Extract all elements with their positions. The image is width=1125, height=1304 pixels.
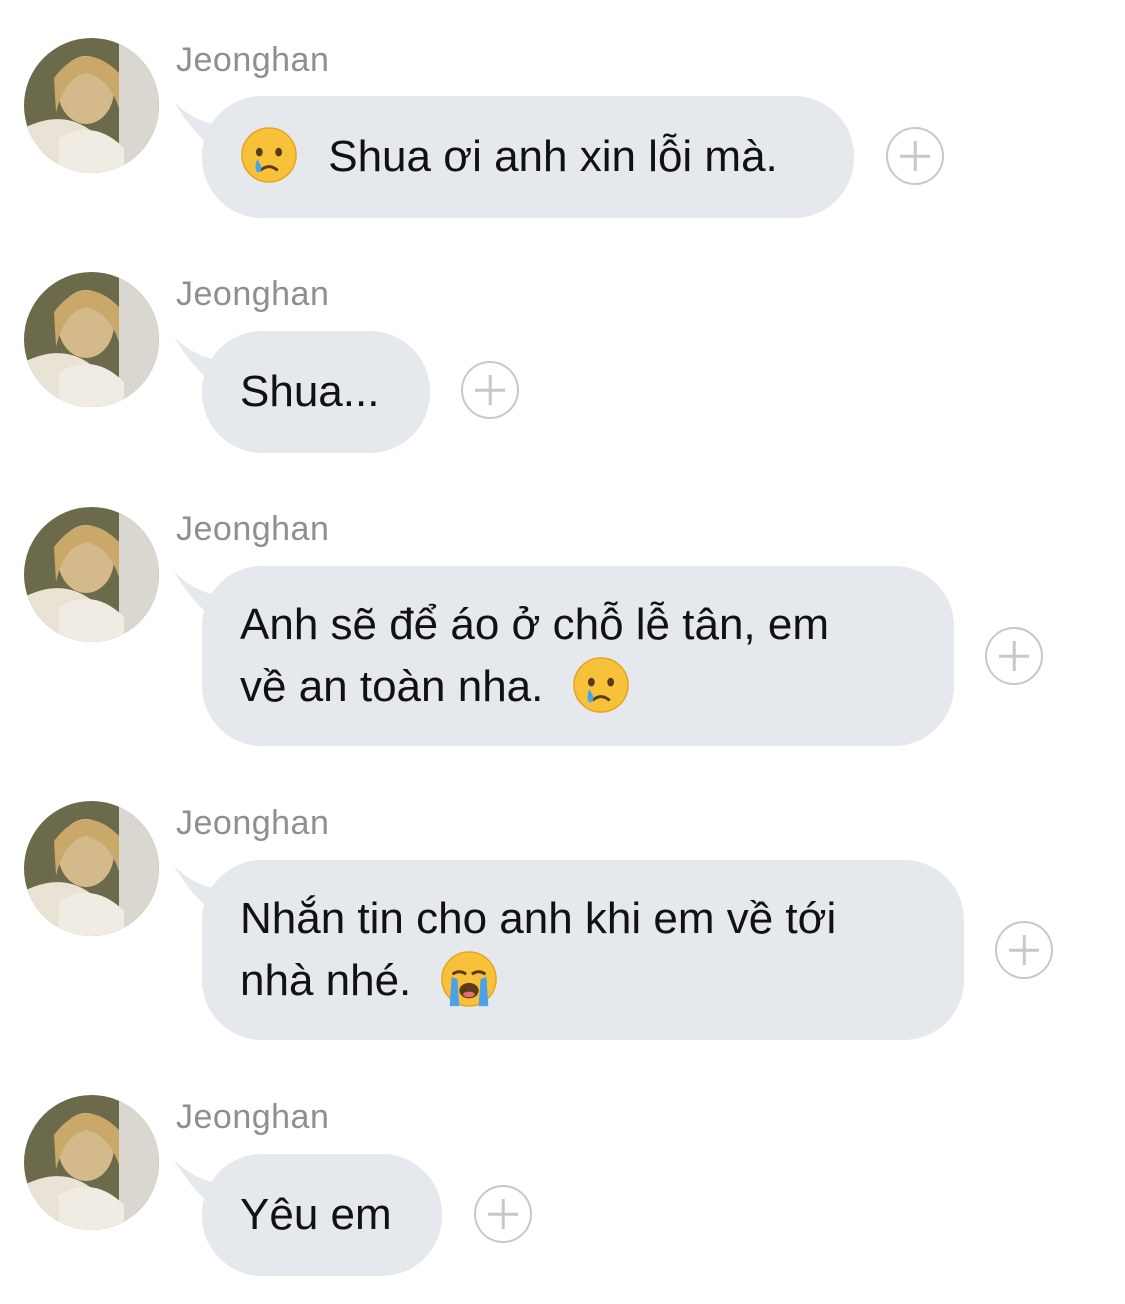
message-bubble[interactable]: Yêu em — [202, 1154, 442, 1276]
sender-name: Jeonghan — [176, 804, 330, 842]
add-reaction-button[interactable] — [461, 361, 519, 419]
avatar[interactable] — [24, 38, 159, 173]
message-bubble[interactable]: Shua ơi anh xin lỗi mà. — [202, 96, 854, 218]
add-reaction-button[interactable] — [995, 921, 1053, 979]
message-bubble[interactable]: Nhắn tin cho anh khi em về tới nhà nhé. — [202, 860, 964, 1040]
message-text-block: Anh sẽ để áo ở chỗ lễ tân, em về an toàn… — [240, 594, 829, 718]
chat-thread: Jeonghan Shua ơi anh xin lỗi mà. Jeongha… — [0, 0, 1125, 1304]
avatar[interactable] — [24, 801, 159, 936]
message-text-line: nhà nhé. — [240, 956, 412, 1005]
crying-face-icon — [572, 657, 629, 714]
message-text: Shua ơi anh xin lỗi mà. — [328, 132, 778, 181]
message-text-row: Shua ơi anh xin lỗi mà. — [240, 126, 778, 188]
message-text: Yêu em — [240, 1190, 392, 1239]
sender-name: Jeonghan — [176, 510, 330, 548]
sender-name: Jeonghan — [176, 41, 330, 79]
avatar[interactable] — [24, 1095, 159, 1230]
message-text-line-row: nhà nhé. — [240, 950, 836, 1012]
add-reaction-button[interactable] — [985, 627, 1043, 685]
message-text: Shua... — [240, 367, 380, 416]
sender-name: Jeonghan — [176, 1098, 330, 1136]
avatar[interactable] — [24, 272, 159, 407]
message-text-line: về an toàn nha. — [240, 662, 544, 711]
avatar[interactable] — [24, 507, 159, 642]
message-text-line-row: về an toàn nha. — [240, 656, 829, 718]
loudly-crying-face-icon — [440, 951, 497, 1008]
message-bubble[interactable]: Anh sẽ để áo ở chỗ lễ tân, em về an toàn… — [202, 566, 954, 746]
message-text-line: Anh sẽ để áo ở chỗ lễ tân, em — [240, 600, 829, 649]
add-reaction-button[interactable] — [474, 1185, 532, 1243]
add-reaction-button[interactable] — [886, 127, 944, 185]
message-text-block: Nhắn tin cho anh khi em về tới nhà nhé. — [240, 888, 836, 1012]
crying-face-icon — [241, 127, 297, 184]
message-bubble[interactable]: Shua... — [202, 331, 430, 453]
message-text-line: Nhắn tin cho anh khi em về tới — [240, 894, 837, 943]
sender-name: Jeonghan — [176, 275, 330, 313]
